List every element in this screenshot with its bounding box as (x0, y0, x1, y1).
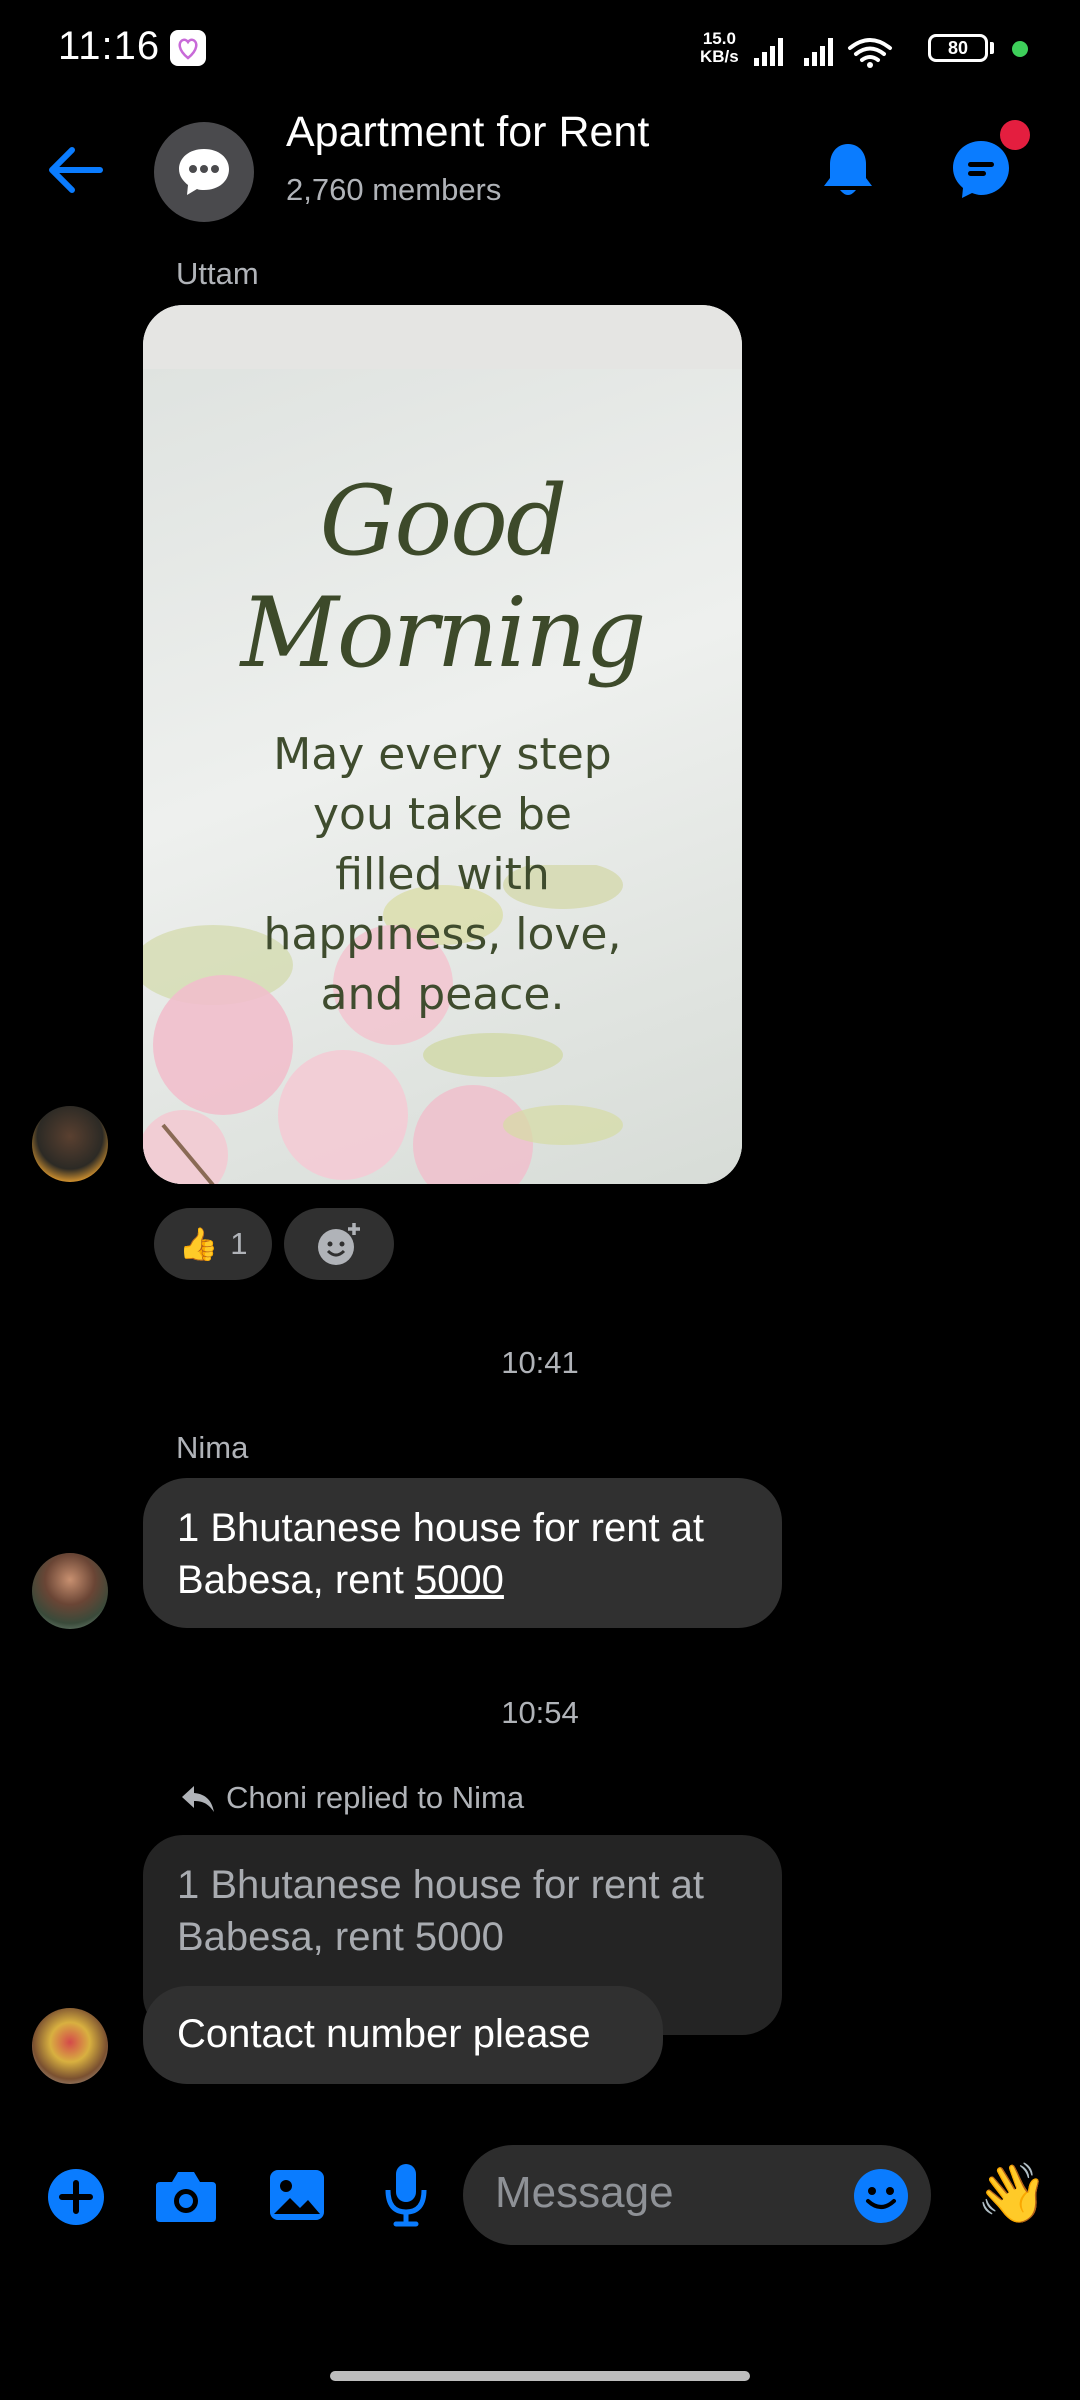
battery-indicator: 80 (928, 34, 988, 62)
group-chat-icon (179, 149, 229, 195)
message-text: Contact number please (177, 2012, 591, 2056)
message-bubble[interactable]: Contact number please (143, 1986, 663, 2084)
avatar-choni[interactable] (32, 2008, 108, 2084)
network-speed-value: 15.0 (702, 29, 736, 48)
add-reaction-button[interactable] (284, 1208, 394, 1280)
notification-badge (1000, 120, 1030, 150)
message-bubble[interactable]: 1 Bhutanese house for rent at Babesa, re… (143, 1478, 782, 1628)
thumbs-up-icon: 👍 (178, 1226, 219, 1262)
card-title: Good Morning (240, 465, 647, 689)
signal-icons (754, 38, 892, 68)
camera-icon[interactable] (154, 2168, 218, 2224)
sender-name: Nima (176, 1430, 249, 1465)
card-line: happiness, love, (263, 909, 622, 960)
reply-label: Choni replied to Nima (226, 1780, 525, 1815)
card-line: you take be (312, 789, 572, 840)
avatar-nima[interactable] (32, 1553, 108, 1629)
gallery-icon[interactable] (268, 2168, 326, 2222)
phone-number-link[interactable]: 5000 (415, 1558, 504, 1602)
reaction-thumbs-up[interactable]: 👍 1 (154, 1208, 272, 1280)
image-top-band (143, 305, 742, 369)
card-text: May every step you take be filled with h… (143, 725, 742, 1025)
back-arrow-icon[interactable] (46, 146, 104, 194)
reply-icon (182, 1786, 214, 1812)
avatar-uttam[interactable] (32, 1106, 108, 1182)
status-time: 11:16 (58, 24, 161, 68)
quoted-text-line: Babesa, rent 5000 (177, 1915, 504, 1959)
wave-icon[interactable]: 👋 (976, 2160, 1048, 2228)
card-line: filled with (335, 849, 550, 900)
image-message[interactable]: Good Morning May every step you take be … (143, 305, 742, 1184)
card-line: May every step (273, 729, 612, 780)
reaction-count: 1 (230, 1226, 248, 1261)
wifi-icon (848, 38, 892, 62)
chat-title[interactable]: Apartment for Rent (286, 108, 649, 157)
timestamp: 10:54 (501, 1695, 579, 1730)
network-speed: 15.0 KB/s (700, 30, 739, 66)
group-avatar[interactable] (154, 122, 254, 222)
bell-icon[interactable] (820, 140, 876, 202)
emoji-icon[interactable] (852, 2167, 910, 2225)
add-icon[interactable] (46, 2167, 106, 2227)
message-text: Babesa, rent (177, 1558, 415, 1602)
messenger-icon[interactable] (950, 138, 1012, 200)
message-text-line: Babesa, rent 5000 (177, 1554, 748, 1606)
app-notification-icon (170, 30, 206, 66)
member-count: 2,760 members (286, 172, 502, 207)
battery-tip (990, 42, 994, 54)
reaction-add-icon (318, 1223, 360, 1265)
quoted-text-line: 1 Bhutanese house for rent at (177, 1863, 705, 1907)
microphone-icon[interactable] (384, 2162, 428, 2228)
timestamp: 10:41 (501, 1345, 579, 1380)
message-placeholder: Message (495, 2168, 674, 2217)
network-speed-unit: KB/s (700, 47, 739, 66)
card-line: and peace. (320, 969, 565, 1020)
privacy-dot (1012, 41, 1028, 57)
home-indicator[interactable] (330, 2371, 750, 2381)
message-text-line: 1 Bhutanese house for rent at (177, 1506, 705, 1550)
sender-name: Uttam (176, 256, 259, 291)
